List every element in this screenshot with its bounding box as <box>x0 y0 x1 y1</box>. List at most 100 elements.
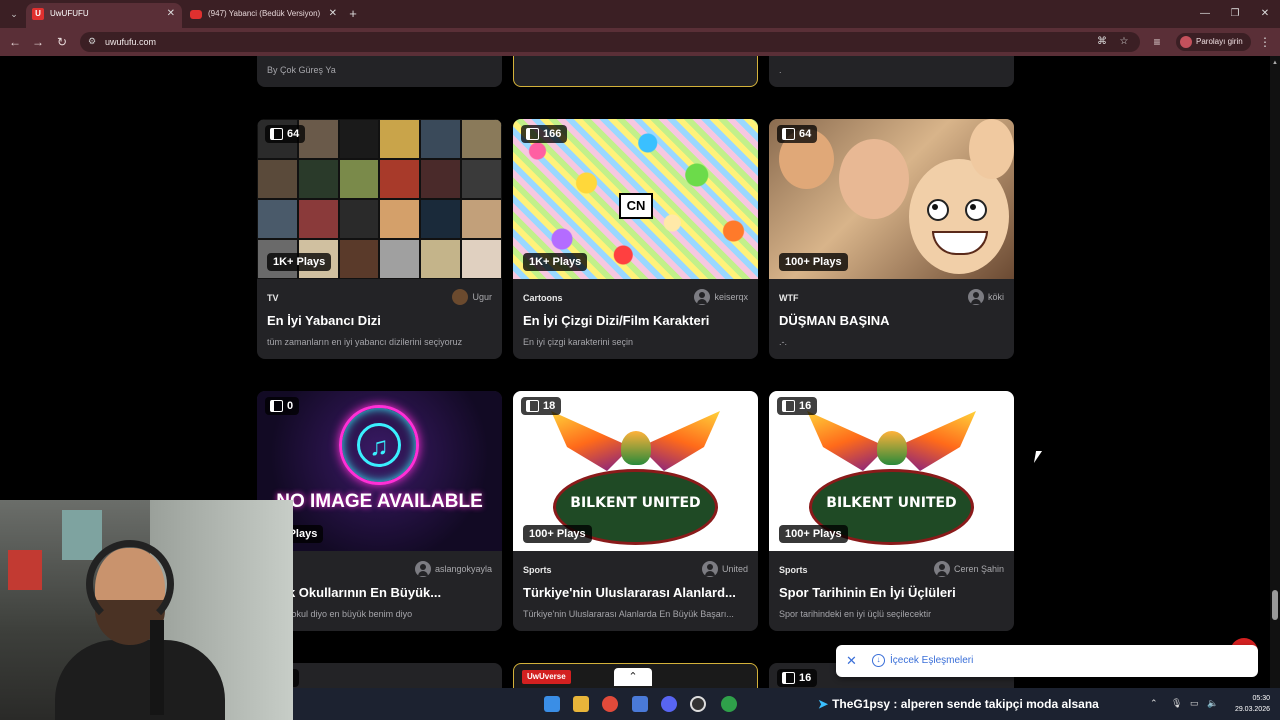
webcam-overlay <box>0 500 293 720</box>
forward-icon[interactable]: → <box>29 33 47 51</box>
item-count: 64 <box>287 128 300 140</box>
card-partial[interactable]: By Çok Güreş Ya <box>257 56 502 87</box>
quiz-card[interactable]: 64 100+ Plays WTF köki DÜŞMAN BAŞINA .-. <box>769 119 1014 359</box>
category-label: Sports <box>523 565 552 575</box>
minimize-icon[interactable]: — <box>1190 0 1220 28</box>
network-icon[interactable]: ▭ <box>1190 698 1199 709</box>
tab-search-icon[interactable]: ≡ <box>1148 33 1166 51</box>
item-count: 64 <box>799 128 812 140</box>
tray-chevron-icon[interactable]: ⌃ <box>1150 698 1158 709</box>
reload-icon[interactable]: ↻ <box>53 33 71 51</box>
author[interactable]: aslangokyayla <box>414 561 492 577</box>
user-icon <box>694 289 711 305</box>
password-label: Parolayı girin <box>1196 37 1243 46</box>
site-info-icon[interactable]: ⚙ <box>88 36 96 47</box>
tab-title: UwUFUFU <box>50 9 89 18</box>
cartoon-network-logo: CN <box>619 193 653 219</box>
cards-icon <box>782 400 795 412</box>
card-partial[interactable]: . <box>769 56 1014 87</box>
back-icon[interactable]: ← <box>6 33 24 51</box>
close-window-icon[interactable]: ✕ <box>1250 0 1280 28</box>
tab-title: (947) Yabanci (Bedük Versiyon) <box>208 9 321 18</box>
clock-time: 05:30 <box>1252 695 1270 702</box>
obs-icon[interactable] <box>690 696 706 712</box>
author[interactable]: Ugur <box>452 289 492 305</box>
cards-icon <box>782 672 795 684</box>
item-count-badge: 64 <box>777 125 818 143</box>
author[interactable]: keiserqx <box>694 289 748 305</box>
author-name: köki <box>987 292 1004 302</box>
scrollbar[interactable]: ▲ <box>1270 56 1280 688</box>
quiz-card[interactable]: ♫ NO IMAGE AVAILABLE 0 0+ Plays aslangok… <box>257 391 502 631</box>
uwuverse-badge: UwUverse <box>522 670 571 684</box>
card-partial[interactable] <box>513 56 758 87</box>
item-count: 16 <box>799 672 812 684</box>
tab-youtube[interactable]: (947) Yabanci (Bedük Versiyon) ✕ <box>184 3 344 28</box>
item-count: 16 <box>799 400 812 412</box>
stream-chat-ticker: ➤ TheG1psy : alperen sende takipçi moda a… <box>818 688 1099 720</box>
card-title: Türkiye'nin Uluslararası Alanlard... <box>523 585 736 600</box>
scrollbar-thumb[interactable] <box>1272 590 1278 620</box>
quiz-card[interactable]: BILKENT UNITED 16 100+ Plays Sports Cere… <box>769 391 1014 631</box>
ticker-arrow-icon: ➤ <box>818 697 829 711</box>
toast-notification: ✕ ↓ İçecek Eşleşmeleri <box>836 645 1258 677</box>
item-count: 18 <box>543 400 556 412</box>
clock[interactable]: 05:30 29.03.2026 <box>1226 693 1270 715</box>
close-tab-icon[interactable]: ✕ <box>167 3 175 25</box>
volume-icon[interactable]: 🔈 <box>1207 698 1218 709</box>
card-title: Türk Okullarının En Büyük... <box>267 585 442 600</box>
chrome-profile-icon[interactable] <box>721 696 737 712</box>
card-title: En İyi Yabancı Dizi <box>267 313 381 328</box>
quiz-card[interactable]: 64 1K+ Plays TV Ugur En İyi Yabancı Dizi… <box>257 119 502 359</box>
eagle-logo-text: BILKENT UNITED <box>826 495 957 511</box>
tab-uwufufu[interactable]: U UwUFUFU ✕ <box>26 3 182 28</box>
scroll-up-icon[interactable]: ▲ <box>1271 60 1279 66</box>
plays-badge: 100+ Plays <box>523 525 592 543</box>
toast-close-icon[interactable]: ✕ <box>846 645 857 677</box>
tab-search-icon[interactable]: ⌄ <box>6 6 22 22</box>
plays-badge: 1K+ Plays <box>267 253 332 271</box>
category-label: Sports <box>779 565 808 575</box>
chrome-icon[interactable] <box>602 696 618 712</box>
scroll-top-button[interactable]: ⌃ <box>614 668 652 686</box>
author-name: Ceren Şahin <box>953 564 1004 574</box>
card-desc: By Çok Güreş Ya <box>267 65 336 75</box>
author[interactable]: Ceren Şahin <box>933 561 1004 577</box>
author-name: keiserqx <box>714 292 748 302</box>
file-explorer-icon[interactable] <box>573 696 589 712</box>
close-tab-icon[interactable]: ✕ <box>329 3 337 25</box>
author[interactable]: köki <box>967 289 1004 305</box>
card-desc: Spor tarihindeki en iyi üçlü seçilecekti… <box>779 609 932 619</box>
address-bar-row: ← → ↻ ⚙ uwufufu.com ⌘ ☆ ≡ Parolayı girin… <box>0 28 1280 56</box>
url-text: uwufufu.com <box>105 37 157 47</box>
ticker-text: TheG1psy : alperen sende takipçi moda al… <box>832 697 1099 711</box>
author[interactable]: United <box>701 561 748 577</box>
windows-start-icon[interactable] <box>544 696 560 712</box>
item-count-badge: 18 <box>521 397 562 415</box>
profile-avatar-icon <box>1180 36 1192 48</box>
card-desc: En iyi çizgi karakterini seçin <box>523 337 634 347</box>
toast-link[interactable]: İçecek Eşleşmeleri <box>890 645 973 677</box>
card-desc: Türkiye'nin Uluslararası Alanlarda En Bü… <box>523 609 734 619</box>
quiz-card[interactable]: BILKENT UNITED 18 100+ Plays Sports Unit… <box>513 391 758 631</box>
bookmark-star-icon[interactable]: ☆ <box>1117 35 1131 49</box>
microphone-icon[interactable]: 🎙 <box>1171 698 1182 709</box>
menu-icon[interactable]: ⋮ <box>1258 33 1272 51</box>
card-title: En İyi Çizgi Dizi/Film Karakteri <box>523 313 710 328</box>
user-icon <box>933 561 950 577</box>
cards-icon <box>782 128 795 140</box>
card-title: Spor Tarihinin En İyi Üçlüleri <box>779 585 956 600</box>
password-button[interactable]: Parolayı girin <box>1176 33 1251 51</box>
no-image-text: NO IMAGE AVAILABLE <box>276 491 483 512</box>
app-icon[interactable] <box>632 696 648 712</box>
quiz-card[interactable]: CN 166 1K+ Plays Cartoons keiserqx En İy… <box>513 119 758 359</box>
restore-icon[interactable]: ❐ <box>1220 0 1250 28</box>
author-avatar <box>452 289 469 305</box>
url-field[interactable]: ⚙ uwufufu.com ⌘ ☆ <box>80 32 1140 52</box>
user-icon <box>414 561 431 577</box>
author-name: United <box>721 564 748 574</box>
card-partial[interactable]: 9 <box>257 663 502 688</box>
translate-icon[interactable]: ⌘ <box>1095 35 1109 49</box>
new-tab-button[interactable]: + <box>346 3 360 25</box>
discord-icon[interactable] <box>661 696 677 712</box>
